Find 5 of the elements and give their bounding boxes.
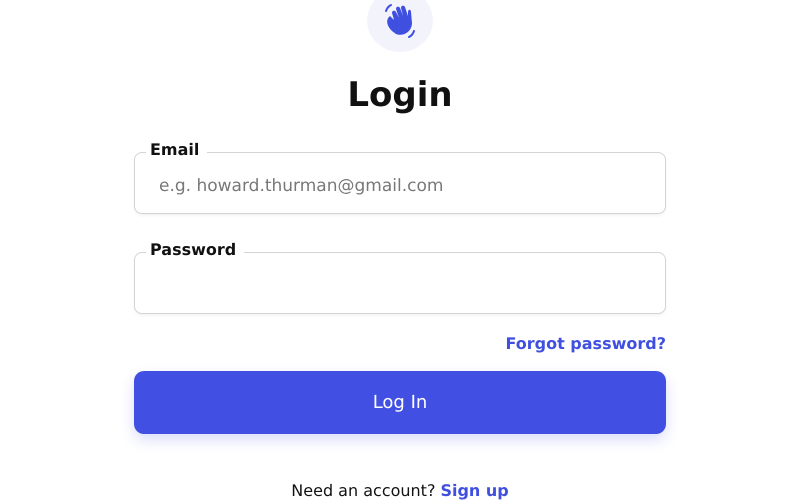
forgot-password-link[interactable]: Forgot password? xyxy=(505,334,666,354)
login-title: Login xyxy=(347,74,453,116)
signup-prompt: Need an account? xyxy=(291,481,436,500)
sign-up-link[interactable]: Sign up xyxy=(440,481,509,500)
log-in-button[interactable]: Log In xyxy=(134,371,666,434)
